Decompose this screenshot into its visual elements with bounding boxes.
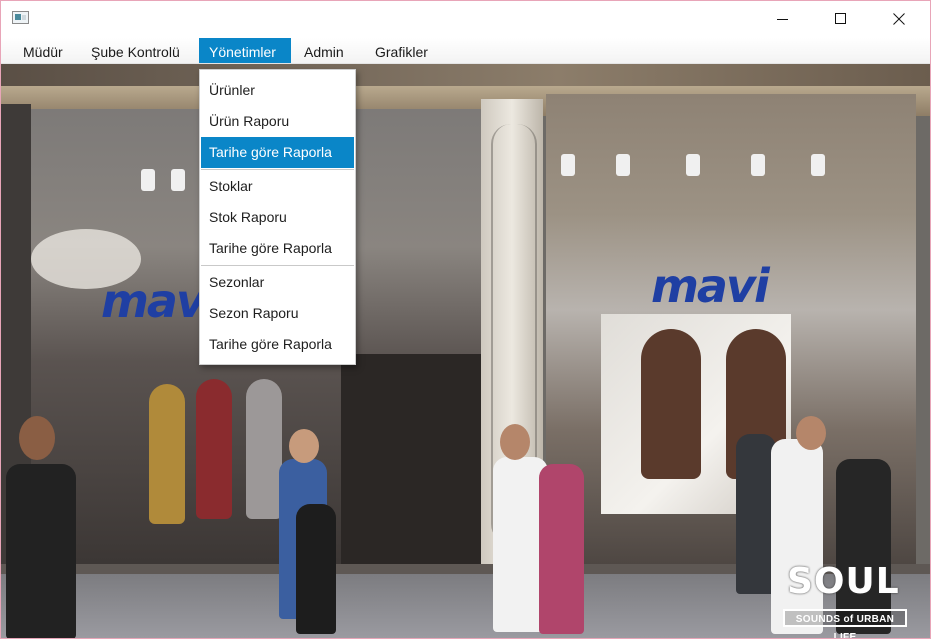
photo-pedestrian bbox=[836, 459, 891, 634]
background-photo: mavi mavi SOUL SOUNDS of URBAN LIFE bbox=[1, 64, 930, 638]
close-button[interactable] bbox=[870, 1, 928, 37]
menu-item-sezon-tarihe-gore-raporla[interactable]: Tarihe göre Raporla bbox=[201, 329, 354, 360]
menu-item-stoklar[interactable]: Stoklar bbox=[201, 171, 354, 202]
yonetimler-dropdown-menu: Ürünler Ürün Raporu Tarihe göre Raporla … bbox=[199, 69, 356, 365]
menu-separator bbox=[201, 169, 354, 170]
menu-yonetimler[interactable]: Yönetimler bbox=[199, 38, 291, 63]
maximize-button[interactable] bbox=[812, 1, 870, 37]
menu-mudur[interactable]: Müdür bbox=[14, 38, 72, 63]
app-icon bbox=[12, 11, 29, 24]
maximize-icon bbox=[835, 13, 846, 24]
photo-pedestrian-head bbox=[289, 429, 319, 463]
menu-item-urun-tarihe-gore-raporla[interactable]: Tarihe göre Raporla bbox=[201, 137, 354, 168]
menu-item-urun-raporu[interactable]: Ürün Raporu bbox=[201, 106, 354, 137]
soul-logo-subtitle: SOUNDS of URBAN LIFE bbox=[783, 609, 907, 638]
photo-lamp bbox=[751, 154, 765, 176]
photo-pedestrian bbox=[736, 434, 776, 594]
menu-admin[interactable]: Admin bbox=[295, 38, 353, 63]
photo-pedestrian bbox=[539, 464, 584, 634]
photo-pedestrian-head bbox=[19, 416, 55, 460]
photo-lamp bbox=[811, 154, 825, 176]
photo-lamp bbox=[171, 169, 185, 191]
photo-pedestrian-head bbox=[500, 424, 530, 460]
photo-lamp bbox=[561, 154, 575, 176]
photo-lamp bbox=[686, 154, 700, 176]
menu-item-urunler[interactable]: Ürünler bbox=[201, 75, 354, 106]
photo-mannequin bbox=[196, 379, 232, 519]
photo-mannequin bbox=[246, 379, 282, 519]
close-icon bbox=[893, 13, 905, 25]
store-sign-right: mavi bbox=[651, 259, 770, 313]
menu-item-sezon-raporu[interactable]: Sezon Raporu bbox=[201, 298, 354, 329]
app-window: Müdür Şube Kontrolü Yönetimler Admin Gra… bbox=[0, 0, 931, 639]
photo-pedestrian bbox=[296, 504, 336, 634]
photo-mannequin bbox=[149, 384, 185, 524]
photo-poster-model bbox=[641, 329, 701, 479]
minimize-button[interactable] bbox=[754, 1, 812, 37]
menu-grafikler[interactable]: Grafikler bbox=[366, 38, 437, 63]
menu-bar: Müdür Şube Kontrolü Yönetimler Admin Gra… bbox=[1, 38, 930, 64]
menu-item-stok-tarihe-gore-raporla[interactable]: Tarihe göre Raporla bbox=[201, 233, 354, 264]
menu-item-stok-raporu[interactable]: Stok Raporu bbox=[201, 202, 354, 233]
photo-pedestrian-head bbox=[796, 416, 826, 450]
photo-pedestrian bbox=[771, 439, 823, 634]
menu-separator bbox=[201, 265, 354, 266]
title-bar[interactable] bbox=[1, 1, 930, 38]
menu-item-sezonlar[interactable]: Sezonlar bbox=[201, 267, 354, 298]
menu-sube-kontrolu[interactable]: Şube Kontrolü bbox=[82, 38, 189, 63]
minimize-icon bbox=[777, 19, 788, 20]
soul-logo: SOUL bbox=[787, 561, 900, 602]
photo-pedestrian bbox=[6, 464, 76, 638]
photo-lamp bbox=[141, 169, 155, 191]
photo-store-entrance bbox=[341, 354, 481, 564]
photo-lamp bbox=[616, 154, 630, 176]
